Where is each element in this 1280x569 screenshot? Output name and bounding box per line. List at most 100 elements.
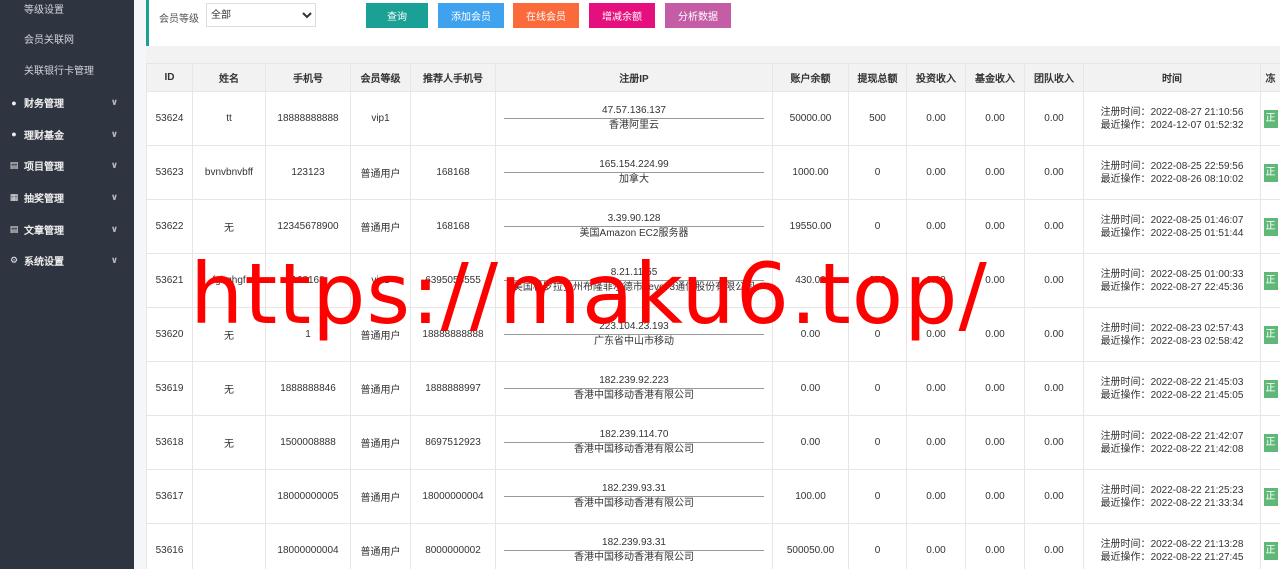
column-header-invest-income: 投资收入	[906, 63, 966, 92]
cell-register-ip: 165.154.224.99 加拿大	[495, 145, 773, 200]
column-header-fund-income: 基金收入	[965, 63, 1025, 92]
register-time-label: 注册时间：	[1100, 376, 1151, 388]
cell-withdraw-total: 0	[848, 469, 907, 524]
table-row[interactable]: 53618 无 1500008888 普通用户 8697512923 182.239.11…	[146, 415, 1280, 470]
table-row[interactable]: 53622 无 12345678900 普通用户 168168 3.39.90.128 美国…	[146, 199, 1280, 254]
ip-address: 182.239.93.31	[504, 536, 764, 551]
register-time: 注册时间：2022-08-22 21:42:07	[1085, 430, 1260, 443]
table-row[interactable]: 53623 bvnvbnvbff 123123 普通用户 168168 165.154.2…	[146, 145, 1280, 200]
cell-invest-income: 0.00	[906, 91, 966, 146]
ip-address: 3.39.90.128	[504, 212, 764, 227]
sidebar-menu-system[interactable]: ⚙ 系统设置 ∨	[0, 245, 134, 277]
cell-name: bvnvbnvbff	[192, 145, 266, 200]
cell-level: vip1	[350, 91, 411, 146]
member-level-label: 会员等级	[159, 14, 199, 25]
add-member-button[interactable]: 添加会员	[438, 3, 504, 28]
cell-id: 53623	[146, 145, 193, 200]
cell-withdraw-total: 0	[848, 415, 907, 470]
register-time: 注册时间：2022-08-25 01:00:33	[1085, 268, 1260, 281]
cell-phone: 12345678900	[265, 199, 351, 254]
ip-address: 182.239.92.223	[504, 374, 764, 389]
cell-referrer-phone: 18000000004	[410, 469, 496, 524]
status-badge[interactable]: 正	[1263, 109, 1278, 128]
sidebar-menu-fund[interactable]: ● 理财基金 ∨	[0, 119, 134, 151]
register-time: 注册时间：2022-08-22 21:25:23	[1085, 484, 1260, 497]
last-operation-time: 最近操作：2022-08-25 01:51:44	[1085, 227, 1260, 240]
sidebar-menu-project[interactable]: ▤ 项目管理 ∨	[0, 150, 134, 182]
adjust-balance-button[interactable]: 增减余额	[589, 3, 655, 28]
cell-phone: 18888888888	[265, 91, 351, 146]
status-badge[interactable]: 正	[1263, 217, 1278, 236]
status-badge[interactable]: 正	[1263, 325, 1278, 344]
cell-level: 普通用户	[350, 469, 411, 524]
cell-level: 普通用户	[350, 145, 411, 200]
table-row[interactable]: 53617 18000000005 普通用户 18000000004 182.239.9…	[146, 469, 1280, 524]
register-time-value: 2022-08-22 21:45:03	[1150, 376, 1244, 388]
sidebar-item-member-network[interactable]: 会员关联网	[0, 25, 134, 56]
sidebar-item-bank-card[interactable]: 关联银行卡管理	[0, 56, 134, 87]
last-op-label: 最近操作：	[1100, 119, 1151, 131]
cell-balance: 500050.00	[772, 523, 849, 569]
column-header-id: ID	[146, 63, 193, 92]
ip-address: 182.239.114.70	[504, 428, 764, 443]
ip-location: 美国科罗拉多州布隆菲尔德市Level 3通信股份有限公司	[512, 282, 756, 293]
register-time-value: 2022-08-25 22:59:56	[1150, 160, 1244, 172]
ip-location: 香港中国移动香港有限公司	[574, 390, 694, 401]
sidebar-item-level-settings[interactable]: 等级设置	[0, 0, 134, 25]
cell-status: 正	[1260, 91, 1280, 146]
table-row[interactable]: 53619 无 1888888846 普通用户 1888888997 182.239.92…	[146, 361, 1280, 416]
cell-invest-income: 0.00	[906, 469, 966, 524]
last-op-value: 2024-12-07 01:52:32	[1150, 119, 1244, 131]
online-members-button[interactable]: 在线会员	[513, 3, 579, 28]
cell-level: 普通用户	[350, 361, 411, 416]
cell-phone: 18000000005	[265, 469, 351, 524]
cell-name	[192, 523, 266, 569]
status-badge[interactable]: 正	[1263, 541, 1278, 560]
last-op-value: 2022-08-25 01:51:44	[1150, 227, 1244, 239]
cell-phone: 1	[265, 307, 351, 362]
status-badge[interactable]: 正	[1263, 487, 1278, 506]
cell-id: 53620	[146, 307, 193, 362]
table-row[interactable]: 53624 tt 18888888888 vip1 47.57.136.137 香港阿里云…	[146, 91, 1280, 146]
table-row[interactable]: 53621 fghghgf 168168 vip1 6395055555 8.21.11.…	[146, 253, 1280, 308]
table-row[interactable]: 53616 18000000004 普通用户 8000000002 182.239.93…	[146, 523, 1280, 569]
cell-balance: 0.00	[772, 415, 849, 470]
analyze-data-button[interactable]: 分析数据	[665, 3, 731, 28]
last-operation-time: 最近操作：2022-08-22 21:42:08	[1085, 443, 1260, 456]
status-badge[interactable]: 正	[1263, 163, 1278, 182]
register-time-value: 2022-08-25 01:00:33	[1150, 268, 1244, 280]
sidebar-menu-label: 项目管理	[24, 162, 64, 174]
cell-team-income: 0.00	[1024, 523, 1084, 569]
chevron-down-icon: ∨	[110, 97, 118, 108]
table-row[interactable]: 53620 无 1 普通用户 18888888888 223.104.23.193 广东省中…	[146, 307, 1280, 362]
cell-referrer-phone: 18888888888	[410, 307, 496, 362]
cell-fund-income: 0.00	[965, 415, 1025, 470]
register-time-value: 2022-08-23 02:57:43	[1150, 322, 1244, 334]
cell-referrer-phone	[410, 91, 496, 146]
cell-phone: 1500008888	[265, 415, 351, 470]
cell-time: 注册时间：2022-08-22 21:13:28 最近操作：2022-08-22 …	[1083, 523, 1261, 569]
status-badge[interactable]: 正	[1263, 433, 1278, 452]
last-operation-time: 最近操作：2022-08-22 21:27:45	[1085, 551, 1260, 564]
status-badge[interactable]: 正	[1263, 271, 1278, 290]
lottery-icon: ▦	[9, 192, 19, 203]
last-operation-time: 最近操作：2022-08-23 02:58:42	[1085, 335, 1260, 348]
sidebar-menu-finance[interactable]: ● 财务管理 ∨	[0, 87, 134, 119]
cell-id: 53621	[146, 253, 193, 308]
register-time-label: 注册时间：	[1100, 538, 1151, 550]
cell-register-ip: 223.104.23.193 广东省中山市移动	[495, 307, 773, 362]
cell-time: 注册时间：2022-08-22 21:42:07 最近操作：2022-08-22 …	[1083, 415, 1261, 470]
status-badge[interactable]: 正	[1263, 379, 1278, 398]
cell-register-ip: 182.239.92.223 香港中国移动香港有限公司	[495, 361, 773, 416]
sidebar-menu-label: 财务管理	[24, 99, 64, 111]
sidebar-menu-article[interactable]: ▤ 文章管理 ∨	[0, 213, 134, 245]
cell-withdraw-total: 270	[848, 253, 907, 308]
article-icon: ▤	[9, 223, 19, 234]
ip-location: 加拿大	[619, 174, 649, 185]
sidebar-menu-lottery[interactable]: ▦ 抽奖管理 ∨	[0, 182, 134, 214]
filter-bar: 会员等级 全部 查询 添加会员 在线会员 增减余额 分析数据	[146, 0, 1280, 46]
chevron-down-icon: ∨	[110, 192, 118, 203]
query-button[interactable]: 查询	[366, 3, 428, 28]
member-level-select[interactable]: 全部	[206, 3, 316, 27]
column-header-balance: 账户余额	[772, 63, 849, 92]
